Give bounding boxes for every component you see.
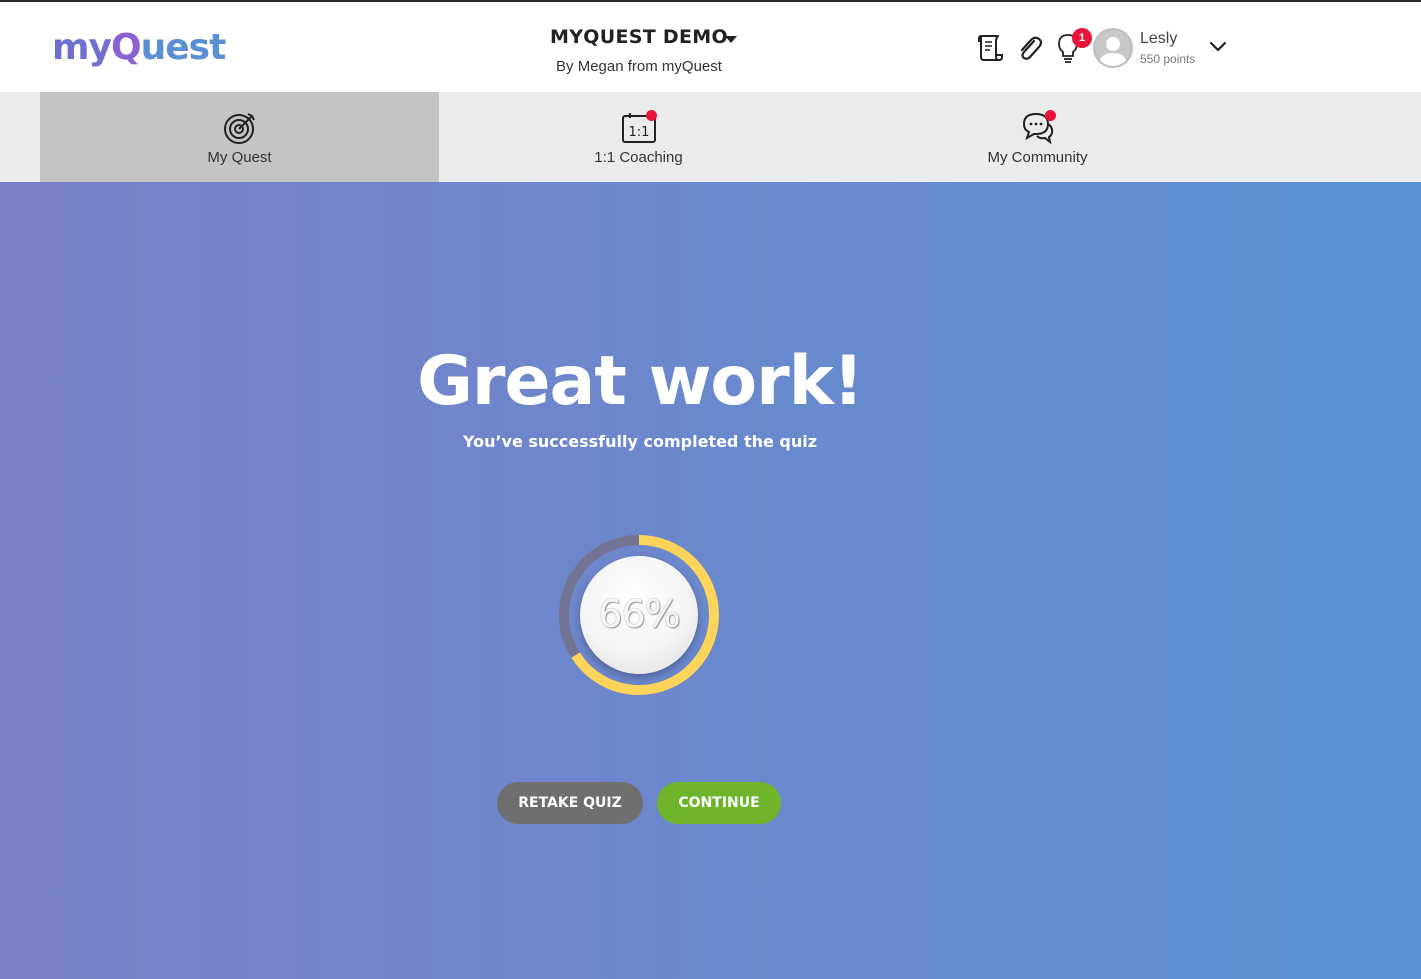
tab-label: My Quest xyxy=(207,149,272,166)
tab-community[interactable]: My Community xyxy=(838,92,1237,182)
result-subline: You’ve successfully completed the quiz xyxy=(462,432,818,451)
user-points: 550 points xyxy=(1140,52,1196,66)
chevron-down-icon[interactable] xyxy=(1208,38,1228,54)
avatar[interactable] xyxy=(1093,28,1133,68)
result-headline: Great work! xyxy=(417,342,864,421)
quest-author: By Megan from myQuest xyxy=(556,58,722,75)
coaching-notification-dot xyxy=(646,110,657,121)
tab-label: My Community xyxy=(987,149,1088,166)
notification-badge: 1 xyxy=(1072,28,1092,48)
tab-coaching[interactable]: 1:1 1:1 Coaching xyxy=(439,92,838,182)
tab-my-quest[interactable]: My Quest xyxy=(40,92,439,182)
myquest-logo[interactable]: myQuest xyxy=(52,26,226,70)
user-name[interactable]: Lesly xyxy=(1140,30,1177,48)
continue-button[interactable]: CONTINUE xyxy=(657,782,781,824)
scroll-icon[interactable] xyxy=(974,32,1004,64)
community-notification-dot xyxy=(1045,110,1056,121)
tab-label: 1:1 Coaching xyxy=(594,149,683,166)
svg-text:1:1: 1:1 xyxy=(629,125,650,140)
score-badge: 66% xyxy=(580,556,698,674)
main-nav: My Quest 1:1 1:1 Coaching My Community xyxy=(0,92,1421,182)
caret-down-icon[interactable] xyxy=(725,36,737,43)
quiz-result-panel: Great work! You’ve successfully complete… xyxy=(0,182,1421,979)
paperclip-icon[interactable] xyxy=(1014,32,1044,64)
score-percentage: 66% xyxy=(598,592,680,636)
top-header: myQuest MYQUEST DEMO By Megan from myQue… xyxy=(0,0,1421,92)
retake-quiz-button[interactable]: RETAKE QUIZ xyxy=(497,782,643,824)
quest-title[interactable]: MYQUEST DEMO xyxy=(550,26,728,48)
target-icon xyxy=(222,110,258,146)
